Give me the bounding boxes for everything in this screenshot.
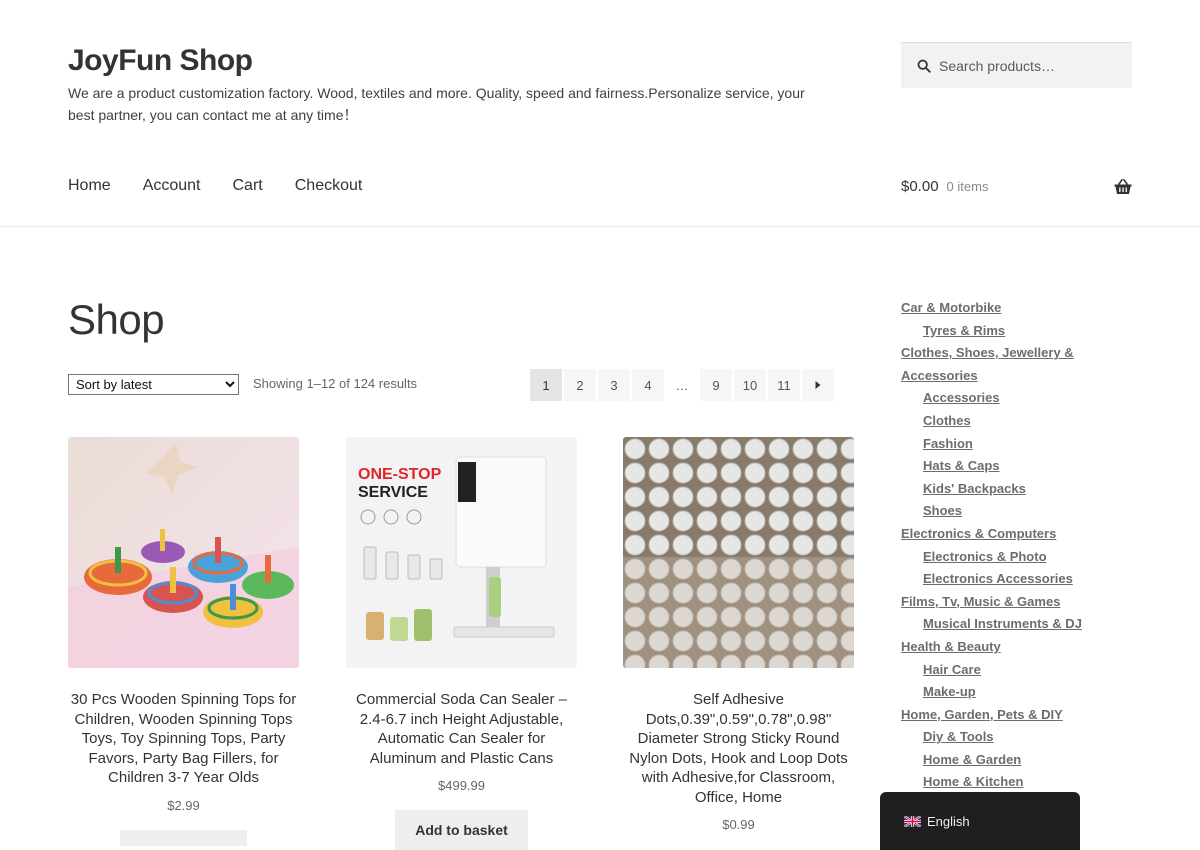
subcategory-link[interactable]: Hats & Caps [901, 455, 1132, 478]
language-switcher[interactable]: English [880, 792, 1080, 850]
subcategory-link[interactable]: Home & Kitchen [901, 771, 1132, 794]
category-link[interactable]: Clothes, Shoes, Jewellery & Accessories [901, 342, 1132, 387]
subcategory-link[interactable]: Musical Instruments & DJ [901, 613, 1132, 636]
page-1[interactable]: 1 [530, 369, 562, 401]
subcategory-link[interactable]: Diy & Tools [901, 726, 1132, 749]
category-link[interactable]: Films, Tv, Music & Games [901, 591, 1132, 614]
subcategory-link[interactable]: Hair Care [901, 659, 1132, 682]
product-price: $2.99 [167, 797, 200, 813]
product-title[interactable]: Self Adhesive Dots,0.39",0.59",0.78",0.9… [623, 690, 854, 807]
next-arrow-icon [815, 381, 821, 389]
language-label: English [927, 813, 970, 829]
subcategory-link[interactable]: Shoes [901, 500, 1132, 523]
category-sidebar: Car & Motorbike Tyres & Rims Clothes, Sh… [901, 297, 1132, 794]
nav-cart[interactable]: Cart [233, 177, 263, 195]
nav-checkout[interactable]: Checkout [295, 177, 363, 195]
basket-icon[interactable] [1114, 178, 1132, 195]
subcategory-link[interactable]: Electronics & Photo [901, 546, 1132, 569]
page-9[interactable]: 9 [700, 369, 732, 401]
result-count: Showing 1–12 of 124 results [253, 376, 418, 391]
subcategory-link[interactable]: Make-up [901, 681, 1132, 704]
category-link[interactable]: Car & Motorbike [901, 297, 1132, 320]
page-10[interactable]: 10 [734, 369, 766, 401]
category-link[interactable]: Health & Beauty [901, 636, 1132, 659]
cart-item-count: 0 items [946, 179, 989, 194]
page-11[interactable]: 11 [768, 369, 800, 401]
page-3[interactable]: 3 [598, 369, 630, 401]
add-to-basket-button[interactable]: Add to basket [395, 810, 528, 850]
nav-account[interactable]: Account [143, 177, 201, 195]
nav-home[interactable]: Home [68, 177, 111, 195]
product-price: $499.99 [438, 778, 485, 793]
subcategory-link[interactable]: Home & Garden [901, 749, 1132, 772]
search-box[interactable] [901, 42, 1132, 88]
subcategory-link[interactable]: Clothes [901, 410, 1132, 433]
pagination: 1 2 3 4 … 9 10 11 [530, 369, 834, 401]
search-input[interactable] [939, 57, 1119, 74]
site-title[interactable]: JoyFun Shop [68, 44, 253, 78]
header-cart[interactable]: $0.00 0 items [901, 178, 1132, 195]
search-icon [917, 59, 931, 73]
subcategory-link[interactable]: Kids' Backpacks [901, 478, 1132, 501]
subcategory-link[interactable]: Accessories [901, 387, 1132, 410]
image-text-service: SERVICE [358, 484, 428, 501]
product-image[interactable] [623, 437, 854, 668]
sort-select[interactable]: Sort by latest [68, 374, 239, 395]
add-to-basket-button[interactable] [120, 829, 247, 846]
page-2[interactable]: 2 [564, 369, 596, 401]
product-title[interactable]: 30 Pcs Wooden Spinning Tops for Children… [68, 690, 299, 788]
header-divider [0, 226, 1200, 227]
category-link[interactable]: Electronics & Computers [901, 523, 1132, 546]
category-link[interactable]: Home, Garden, Pets & DIY [901, 704, 1132, 727]
subcategory-link[interactable]: Tyres & Rims [901, 320, 1132, 343]
page-title: Shop [68, 296, 165, 343]
subcategory-link[interactable]: Electronics Accessories [901, 568, 1132, 591]
product-price: $0.99 [722, 817, 755, 832]
product-card: Self Adhesive Dots,0.39",0.59",0.78",0.9… [623, 437, 854, 832]
site-tagline: We are a product customization factory. … [68, 85, 805, 123]
image-text-one-stop: ONE-STOP [358, 466, 442, 483]
primary-navigation: Home Account Cart Checkout [68, 177, 394, 195]
cart-amount: $0.00 [901, 178, 939, 195]
next-page-button[interactable] [802, 369, 834, 401]
product-card: 30 Pcs Wooden Spinning Tops for Children… [68, 437, 299, 850]
uk-flag-icon [904, 815, 921, 827]
page-ellipsis: … [675, 377, 689, 393]
product-image[interactable]: ONE-STOP SERVICE [346, 437, 577, 668]
subcategory-link[interactable]: Fashion [901, 433, 1132, 456]
product-title[interactable]: Commercial Soda Can Sealer – 2.4-6.7 inc… [346, 690, 577, 768]
page-4[interactable]: 4 [632, 369, 664, 401]
product-card: ONE-STOP SERVICE Commercial Soda Can Sea… [346, 437, 577, 850]
product-image[interactable] [68, 437, 299, 668]
